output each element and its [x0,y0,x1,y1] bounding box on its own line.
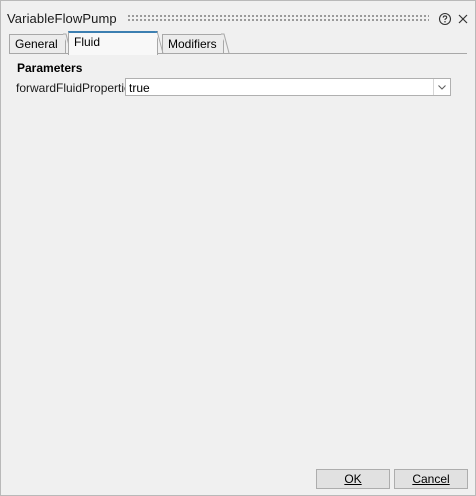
section-title: Parameters [17,61,83,75]
property-value-select[interactable]: true [125,78,451,96]
property-label: forwardFluidProperties [16,81,137,95]
drag-handle[interactable] [127,14,429,21]
tab-modifiers-edge [221,33,230,54]
window-title: VariableFlowPump [7,11,117,26]
ok-button[interactable]: OK [316,469,390,489]
cancel-button[interactable]: Cancel [394,469,468,489]
chevron-down-icon[interactable] [433,79,450,95]
tab-general[interactable]: General [9,34,66,54]
tab-fluid-properties[interactable]: Fluid Properties [68,31,158,55]
help-icon[interactable] [438,12,452,26]
close-icon[interactable] [456,12,470,26]
ok-button-label: OK [344,472,362,486]
tab-content-panel: Parameters forwardFluidProperties true [9,54,467,454]
cancel-button-label: Cancel [412,472,450,486]
property-value: true [129,81,150,95]
title-bar[interactable]: VariableFlowPump [1,1,475,31]
tab-modifiers[interactable]: Modifiers [162,34,224,54]
tab-strip: General Fluid Properties Modifiers [1,31,475,55]
tab-fluid-properties-edge [155,31,164,54]
dialog-window: VariableFlowPump General Fluid Propertie… [0,0,476,496]
